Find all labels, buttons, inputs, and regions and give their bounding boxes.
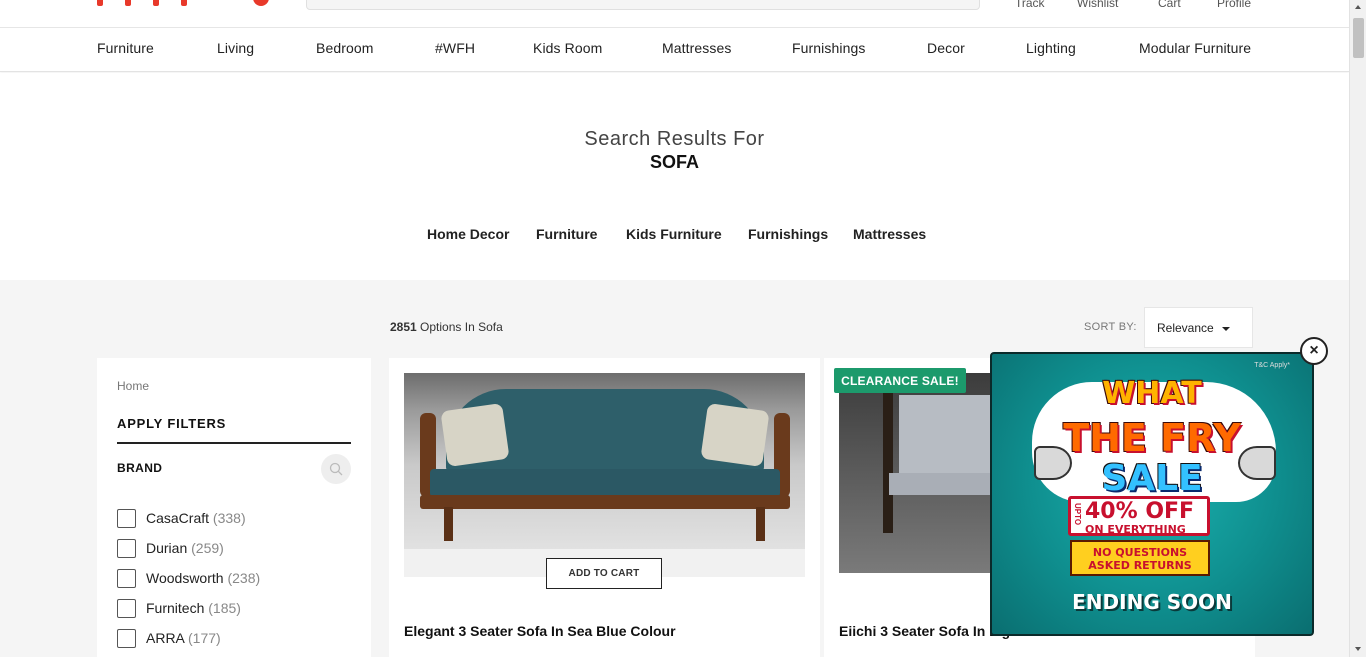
nav-furnishings[interactable]: Furnishings [792,40,865,56]
caret-down-icon [1222,327,1230,331]
brand-option-label: Woodsworth (238) [146,570,261,586]
nav-wfh[interactable]: #WFH [435,40,475,56]
promo-popup[interactable]: T&C Apply* WHAT THE FRY SALE UPTO 40% OF… [990,352,1314,636]
results-query: SOFA [649,152,699,172]
close-icon[interactable]: × [1300,337,1328,365]
ending-soon-label: ENDING SOON [1072,590,1232,614]
product-image[interactable] [404,373,805,577]
top-header: Track Wishlist Cart Profile [0,0,1349,28]
sort-value: Relevance [1157,321,1214,335]
results-count: 2851 Options In Sofa [390,320,503,334]
nav-mattresses[interactable]: Mattresses [662,40,731,56]
search-results-header: Search Results For SOFA Home Decor Furni… [0,73,1349,280]
nav-modular-furniture[interactable]: Modular Furniture [1139,40,1251,56]
offer-subtext: ON EVERYTHING [1085,523,1186,536]
nav-furniture[interactable]: Furniture [97,40,154,56]
category-nav: Furniture Living Bedroom #WFH Kids Room … [0,29,1349,72]
product-title[interactable]: Elegant 3 Seater Sofa In Sea Blue Colour [404,623,676,639]
nav-lighting[interactable]: Lighting [1026,40,1076,56]
checkbox[interactable] [117,629,136,648]
scroll-down-icon[interactable] [1355,647,1361,651]
terms-label: T&C Apply* [1254,362,1290,369]
add-to-cart-button[interactable]: ADD TO CART [546,558,662,589]
brand-option-label: ARRA (177) [146,630,221,646]
checkbox[interactable] [117,539,136,558]
sort-dropdown[interactable]: Relevance [1144,307,1253,348]
category-kids-furniture[interactable]: Kids Furniture [626,226,722,242]
scroll-up-icon[interactable] [1355,5,1361,9]
category-home-decor[interactable]: Home Decor [427,226,509,242]
filters-panel: Home APPLY FILTERS BRAND CasaCraft (338)… [97,358,371,657]
nav-decor[interactable]: Decor [927,40,965,56]
popup-headline-line1: WHAT [1102,376,1202,411]
nav-bedroom[interactable]: Bedroom [316,40,374,56]
popup-headline-line2: THE FRY [1063,416,1241,460]
filters-divider [117,442,351,444]
scroll-thumb[interactable] [1353,18,1364,58]
checkbox[interactable] [117,599,136,618]
cart-link[interactable]: Cart [1158,0,1181,10]
results-count-suffix: Options In Sofa [420,320,503,334]
filters-title: APPLY FILTERS [117,416,227,431]
product-title[interactable]: Eiichi 3 Seater Sofa In Light Grey [839,623,1009,639]
brand-option-label: Durian (259) [146,540,224,556]
brand-filter-title: BRAND [117,461,163,475]
clearance-badge: CLEARANCE SALE! [834,368,966,393]
checkbox[interactable] [117,509,136,528]
sort-by-label: SORT BY: [1084,321,1137,333]
brand-option-label: CasaCraft (338) [146,510,246,526]
search-icon [329,462,343,476]
track-link[interactable]: Track [1015,0,1045,10]
brand-search-button[interactable] [321,454,351,484]
category-furnishings[interactable]: Furnishings [748,226,828,242]
site-logo[interactable] [97,0,277,6]
nav-kids-room[interactable]: Kids Room [533,40,602,56]
offer-banner: UPTO 40% OFF ON EVERYTHING [1068,496,1210,536]
offer-value: 40% OFF [1085,499,1195,524]
page: Track Wishlist Cart Profile Furniture Li… [0,0,1349,657]
page-scrollbar[interactable] [1349,0,1366,657]
results-label: Search Results For [584,128,765,150]
results-count-number: 2851 [390,320,417,334]
search-input[interactable] [306,0,980,10]
category-furniture[interactable]: Furniture [536,226,597,242]
product-card[interactable]: ADD TO CART Elegant 3 Seater Sofa In Sea… [389,358,820,657]
category-mattresses[interactable]: Mattresses [853,226,926,242]
popup-headline-line3: SALE [1101,458,1203,499]
breadcrumb-home[interactable]: Home [117,379,149,393]
returns-banner: NO QUESTIONS ASKED RETURNS [1070,540,1210,576]
checkbox[interactable] [117,569,136,588]
upto-label: UPTO [1073,503,1082,526]
brand-option-label: Furnitech (185) [146,600,241,616]
nav-living[interactable]: Living [217,40,254,56]
wishlist-link[interactable]: Wishlist [1077,0,1118,10]
product-image[interactable] [839,373,999,573]
profile-link[interactable]: Profile [1217,0,1251,10]
